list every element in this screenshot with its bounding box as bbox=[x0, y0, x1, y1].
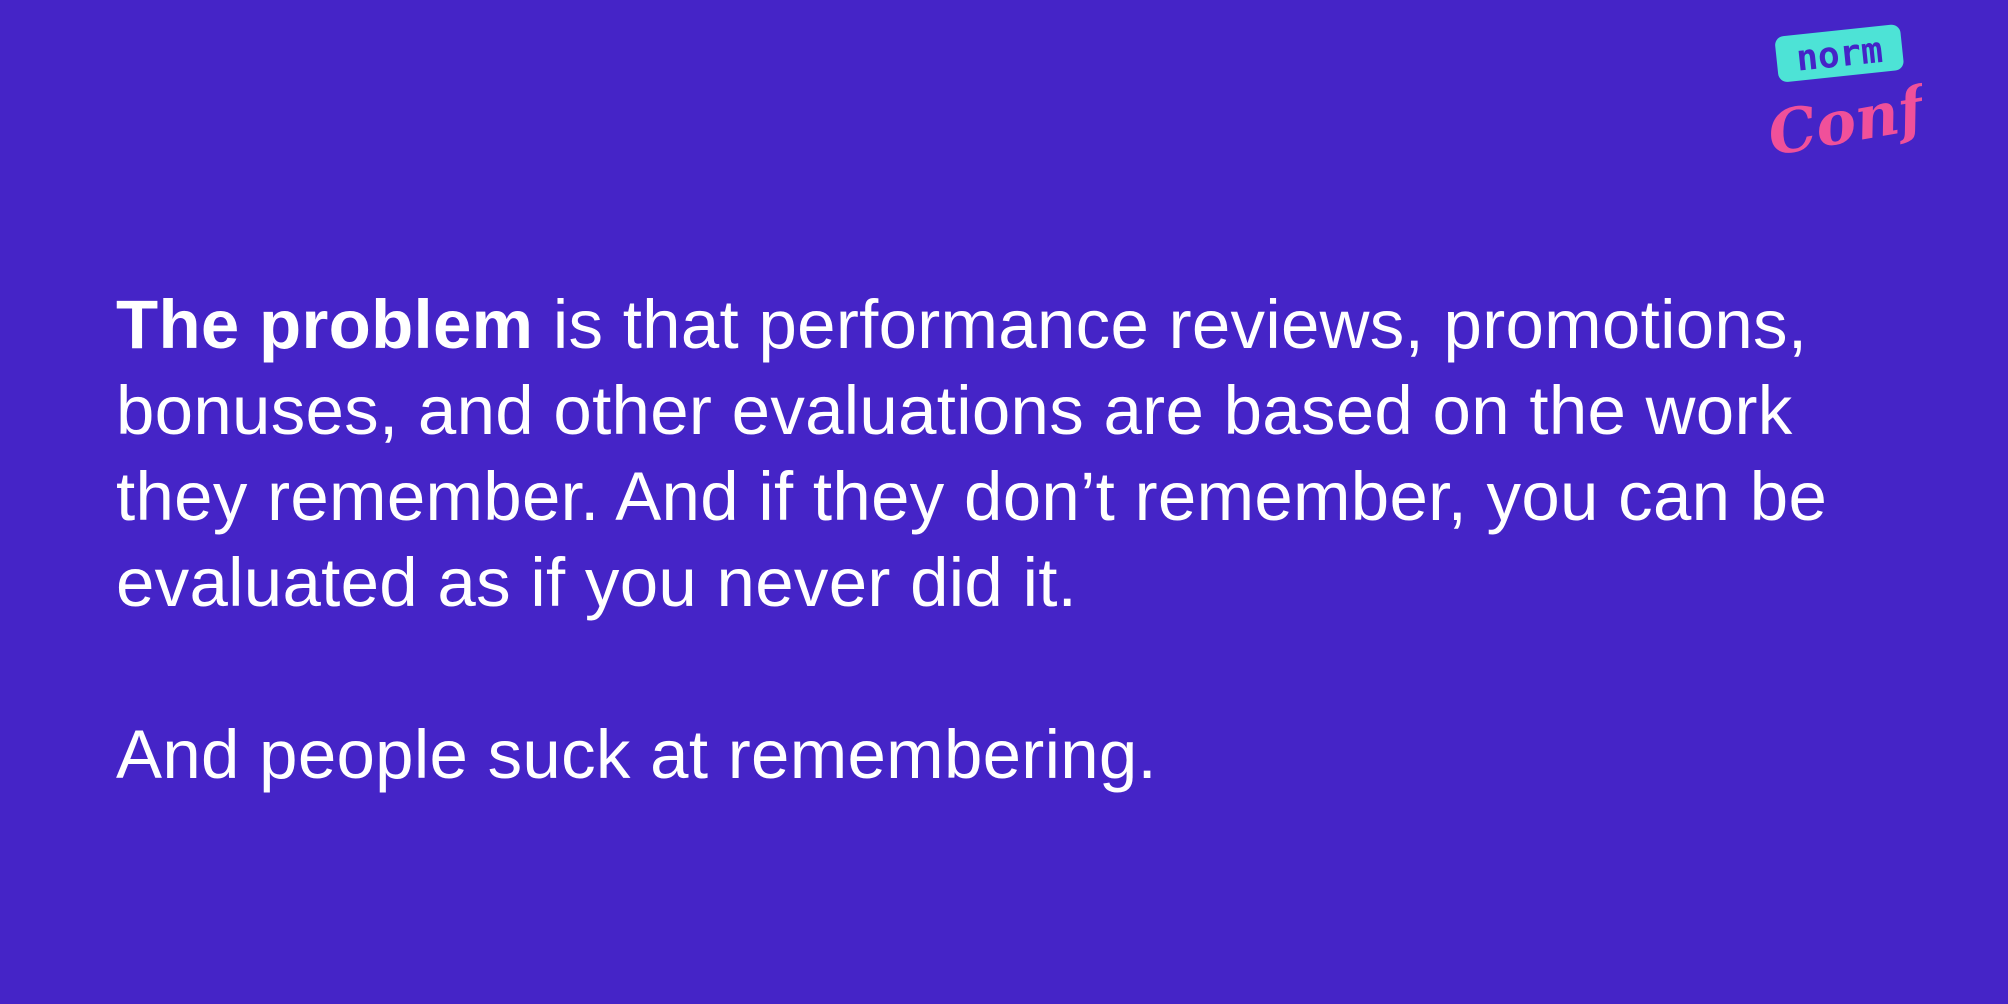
slide: norm Conf The problem is that performanc… bbox=[0, 0, 2008, 1004]
paragraph-problem: The problem is that performance reviews,… bbox=[116, 282, 1906, 626]
logo-word-bottom: Conf bbox=[1763, 72, 1922, 160]
problem-emphasis: The problem bbox=[116, 286, 534, 363]
slide-body: The problem is that performance reviews,… bbox=[116, 282, 1906, 798]
normconf-logo-graphic: norm Conf bbox=[1763, 24, 1922, 160]
normconf-logo: norm Conf bbox=[1762, 10, 1922, 160]
paragraph-conclusion: And people suck at remembering. bbox=[116, 716, 1158, 793]
